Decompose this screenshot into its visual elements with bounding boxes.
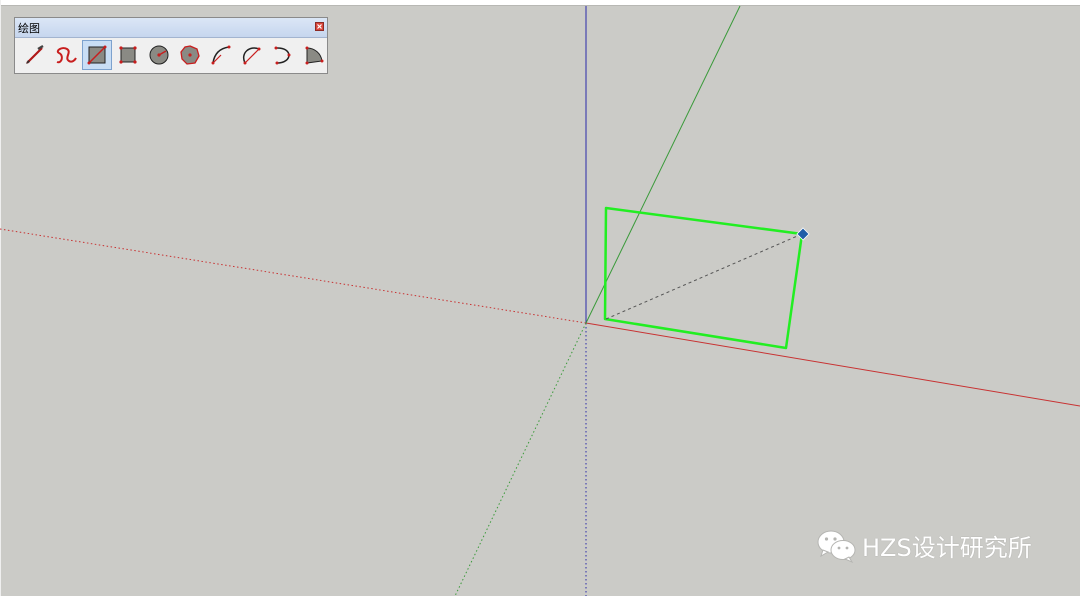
pie-tool-button[interactable] — [299, 40, 329, 70]
polygon-icon — [180, 45, 200, 65]
two-point-arc-tool-button[interactable] — [237, 40, 267, 70]
watermark: HZS设计研究所 — [816, 528, 1032, 563]
circle-tool-button[interactable] — [144, 40, 174, 70]
rectangle-tool-button[interactable] — [82, 40, 112, 70]
rectangle-icon — [87, 45, 107, 65]
watermark-text: HZS设计研究所 — [862, 534, 1032, 562]
pie-icon — [305, 46, 324, 65]
rotated-rectangle-icon — [119, 46, 137, 64]
close-button[interactable] — [315, 22, 324, 31]
arc-icon — [211, 45, 231, 65]
polygon-tool-button[interactable] — [175, 40, 205, 70]
green-axis-positive — [585, 5, 741, 324]
freehand-tool-button[interactable] — [51, 40, 81, 70]
red-axis-positive — [585, 322, 1080, 407]
three-point-arc-tool-button[interactable] — [268, 40, 298, 70]
freehand-icon — [56, 47, 77, 64]
drawing-viewport[interactable] — [0, 0, 1080, 596]
two-point-arc-icon — [243, 47, 261, 65]
tool-row — [20, 40, 329, 70]
green-axis-negative — [454, 322, 587, 596]
wechat-icon — [817, 530, 856, 563]
arc-tool-button[interactable] — [206, 40, 236, 70]
line-tool-button[interactable] — [20, 40, 50, 70]
circle-icon — [149, 45, 169, 65]
endpoint-marker — [796, 227, 810, 241]
toolbar-titlebar[interactable]: 绘图 — [15, 18, 327, 38]
pencil-line-icon — [26, 44, 44, 64]
close-icon — [317, 24, 322, 29]
drawing-toolbar: 绘图 — [14, 17, 328, 74]
toolbar-title: 绘图 — [18, 22, 40, 35]
inference-diagonal — [605, 233, 803, 320]
draft-rectangle — [603, 206, 804, 350]
rotated-rectangle-tool-button[interactable] — [113, 40, 143, 70]
red-axis-negative — [0, 228, 587, 324]
three-point-arc-icon — [274, 46, 291, 65]
